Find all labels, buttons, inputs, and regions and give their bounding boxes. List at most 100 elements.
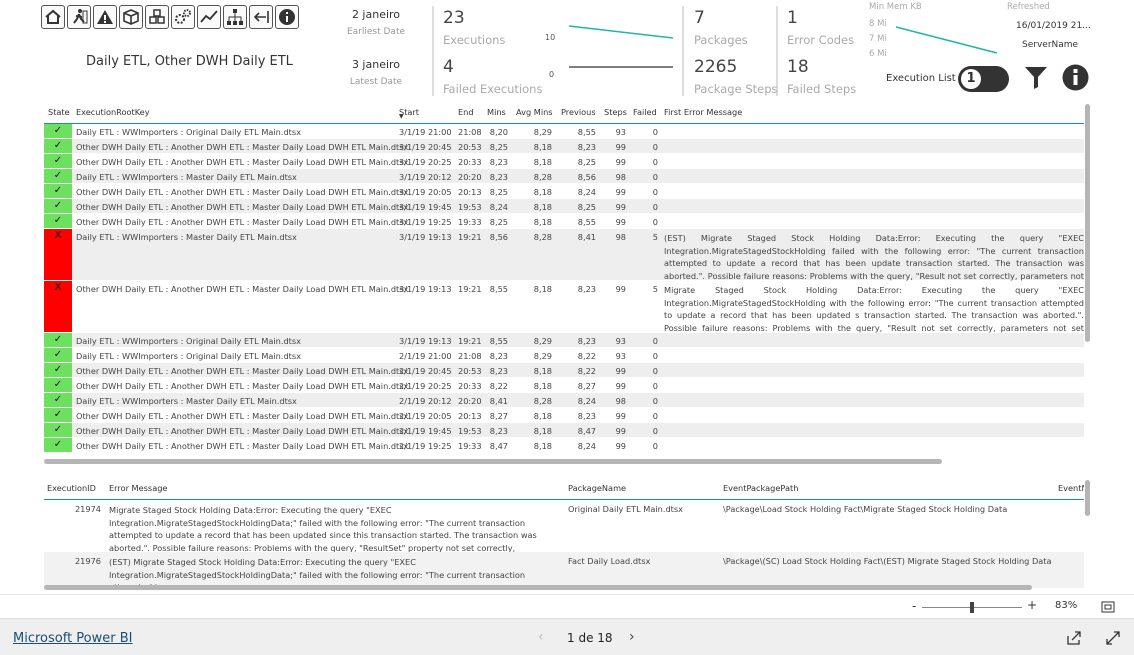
table-row[interactable]: ✓ Other DWH Daily ETL : Another DWH ETL :…: [44, 408, 1084, 423]
col-execution-root-key[interactable]: ExecutionRootKey: [76, 107, 150, 117]
table-row[interactable]: ✓ Daily ETL : WWImporters : Master Daily …: [44, 393, 1084, 408]
avg-mins-cell: 8,18: [533, 441, 552, 451]
col-avg-mins[interactable]: Avg Mins: [516, 107, 553, 117]
servername-label: ServerName: [1022, 40, 1079, 50]
col-end[interactable]: End: [458, 107, 474, 117]
package-icon[interactable]: [119, 5, 143, 29]
error-details-table: ExecutionID Error Message PackageName Ev…: [44, 478, 1084, 588]
col-first-error-message[interactable]: First Error Message: [664, 107, 742, 117]
table-row[interactable]: ✓ Other DWH Daily ETL : Another DWH ETL :…: [44, 139, 1084, 154]
steps-cell: 99: [615, 284, 626, 294]
root-key-cell: Other DWH Daily ETL : Another DWH ETL : …: [76, 142, 409, 152]
start-cell: 3/1/19 21:00: [399, 127, 452, 137]
table-row[interactable]: ✓ Daily ETL : WWImporters : Master Daily …: [44, 169, 1084, 184]
table2-horizontal-scrollbar[interactable]: [44, 585, 1032, 590]
mins-cell: 8,22: [489, 381, 508, 391]
failed-steps-value: 18: [787, 57, 809, 77]
fit-to-page-icon[interactable]: [1101, 601, 1115, 613]
previous-cell: 8,23: [577, 336, 596, 346]
divider: [682, 6, 684, 96]
table-row[interactable]: ✓ Other DWH Daily ETL : Another DWH ETL :…: [44, 199, 1084, 214]
root-key-cell: Daily ETL : WWImporters : Original Daily…: [76, 351, 301, 361]
failed-cell: 0: [652, 366, 658, 376]
share-icon[interactable]: [1067, 631, 1081, 645]
col-previous[interactable]: Previous: [561, 107, 596, 117]
table-row[interactable]: ✓ Daily ETL : WWImporters : Original Dail…: [44, 333, 1084, 348]
home-icon[interactable]: [41, 5, 65, 29]
start-cell: 3/1/19 19:13: [399, 232, 452, 242]
failed-cell: 0: [652, 142, 658, 152]
failed-cell: 0: [652, 351, 658, 361]
col-event-n[interactable]: EventN: [1058, 483, 1084, 493]
info-icon[interactable]: [275, 5, 299, 29]
hierarchy-icon[interactable]: [223, 5, 247, 29]
table-row[interactable]: ✓ Daily ETL : WWImporters : Original Dail…: [44, 348, 1084, 363]
table2-vertical-scrollbar[interactable]: [1085, 480, 1090, 516]
zoom-slider-thumb[interactable]: [970, 602, 974, 613]
trend-icon[interactable]: [197, 5, 221, 29]
previous-cell: 8,47: [577, 426, 596, 436]
failed-cell: 5: [652, 232, 658, 242]
table-row[interactable]: ✓ Other DWH Daily ETL : Another DWH ETL :…: [44, 154, 1084, 169]
table-row[interactable]: 21974 Migrate Staged Stock Holding Data:E…: [44, 500, 1084, 565]
root-key-cell: Daily ETL : WWImporters : Original Daily…: [76, 127, 301, 137]
table1-horizontal-scrollbar[interactable]: [44, 459, 942, 464]
state-cell: ✓: [44, 393, 72, 407]
root-key-cell: Other DWH Daily ETL : Another DWH ETL : …: [76, 381, 409, 391]
info-button-icon[interactable]: [1062, 64, 1089, 91]
zoom-out-button[interactable]: -: [912, 599, 916, 613]
avg-mins-cell: 8,18: [533, 284, 552, 294]
end-cell: 20:20: [458, 172, 482, 182]
table-row[interactable]: ✓ Other DWH Daily ETL : Another DWH ETL :…: [44, 214, 1084, 229]
col-mins[interactable]: Mins: [487, 107, 506, 117]
steps-cell: 99: [615, 202, 626, 212]
error-message-cell: (EST) Migrate Staged Stock Holding Data:…: [109, 557, 526, 588]
start-cell: 3/1/19 20:45: [399, 142, 452, 152]
zoom-in-button[interactable]: +: [1027, 598, 1037, 612]
table-row[interactable]: ✓ Other DWH Daily ETL : Another DWH ETL :…: [44, 184, 1084, 199]
end-cell: 19:21: [458, 232, 482, 242]
back-icon[interactable]: [249, 5, 273, 29]
table-row[interactable]: ✓ Other DWH Daily ETL : Another DWH ETL :…: [44, 423, 1084, 438]
prev-page-icon[interactable]: ‹: [538, 629, 544, 645]
fullscreen-icon[interactable]: [1106, 631, 1120, 645]
col-execution-id[interactable]: ExecutionID: [47, 483, 96, 493]
table1-vertical-scrollbar[interactable]: [1085, 104, 1090, 342]
col-error-message[interactable]: Error Message: [109, 483, 167, 493]
table-row[interactable]: ✓ Other DWH Daily ETL : Another DWH ETL :…: [44, 378, 1084, 393]
avg-mins-cell: 8,29: [533, 336, 552, 346]
col-event-package-path[interactable]: EventPackagePath: [723, 483, 798, 493]
next-page-icon[interactable]: ›: [629, 629, 635, 645]
previous-cell: 8,27: [577, 381, 596, 391]
table-row[interactable]: ✓ Other DWH Daily ETL : Another DWH ETL :…: [44, 438, 1084, 453]
table-row[interactable]: X Daily ETL : WWImporters : Master Daily …: [44, 229, 1084, 293]
table-row[interactable]: X Other DWH Daily ETL : Another DWH ETL :…: [44, 281, 1084, 345]
exit-icon[interactable]: [67, 5, 91, 29]
start-cell: 2/1/19 19:25: [399, 441, 452, 451]
table-row[interactable]: 21976 (EST) Migrate Staged Stock Holding …: [44, 552, 1084, 588]
power-bi-link[interactable]: Microsoft Power BI: [13, 631, 132, 646]
steps-cell: 99: [615, 187, 626, 197]
table-row[interactable]: ✓ Other DWH Daily ETL : Another DWH ETL :…: [44, 363, 1084, 378]
avg-mins-cell: 8,18: [533, 381, 552, 391]
col-failed[interactable]: Failed: [633, 107, 657, 117]
start-cell: 3/1/19 19:13: [399, 336, 452, 346]
mins-cell: 8,25: [489, 187, 508, 197]
gears-icon[interactable]: [171, 5, 195, 29]
packages-icon[interactable]: [145, 5, 169, 29]
failed-cell: 0: [652, 396, 658, 406]
col-package-name[interactable]: PackageName: [568, 483, 626, 493]
warning-icon[interactable]: [93, 5, 117, 29]
failed-cell: 5: [652, 284, 658, 294]
mins-cell: 8,25: [489, 217, 508, 227]
mins-cell: 8,23: [489, 366, 508, 376]
col-state[interactable]: State: [48, 107, 70, 117]
root-key-cell: Other DWH Daily ETL : Another DWH ETL : …: [76, 202, 409, 212]
col-steps[interactable]: Steps: [604, 107, 627, 117]
table-row[interactable]: ✓ Daily ETL : WWImporters : Original Dail…: [44, 124, 1084, 139]
start-cell: 2/1/19 20:12: [399, 396, 452, 406]
filter-icon[interactable]: [1023, 64, 1049, 90]
mins-cell: 8,23: [489, 157, 508, 167]
mins-cell: 8,55: [489, 336, 508, 346]
execution-list-toggle[interactable]: 1: [958, 66, 1009, 92]
